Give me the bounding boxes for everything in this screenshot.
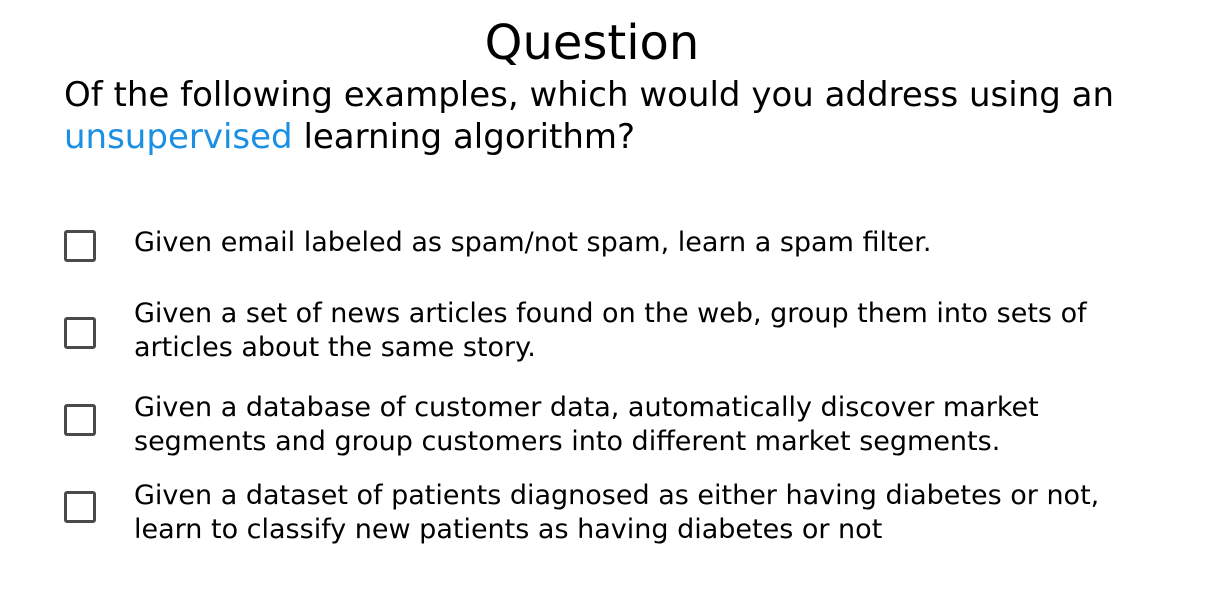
- question-title: Question: [484, 15, 700, 71]
- option-checkbox[interactable]: [64, 404, 96, 436]
- question-prompt: Of the following examples, which would y…: [64, 74, 1164, 158]
- option-label: Given a set of news articles found on th…: [134, 298, 1087, 363]
- prompt-text-start: Of the following examples, which would y…: [64, 75, 1115, 115]
- prompt-text-end: learning algorithm?: [303, 117, 636, 157]
- option-checkbox[interactable]: [64, 491, 96, 523]
- prompt-highlight-word: unsupervised: [64, 117, 293, 157]
- option-label: Given email labeled as spam/not spam, le…: [134, 227, 932, 258]
- option-checkbox[interactable]: [64, 230, 96, 262]
- option-checkbox[interactable]: [64, 317, 96, 349]
- option-label: Given a database of customer data, autom…: [134, 392, 1039, 457]
- option-label: Given a dataset of patients diagnosed as…: [134, 480, 1100, 545]
